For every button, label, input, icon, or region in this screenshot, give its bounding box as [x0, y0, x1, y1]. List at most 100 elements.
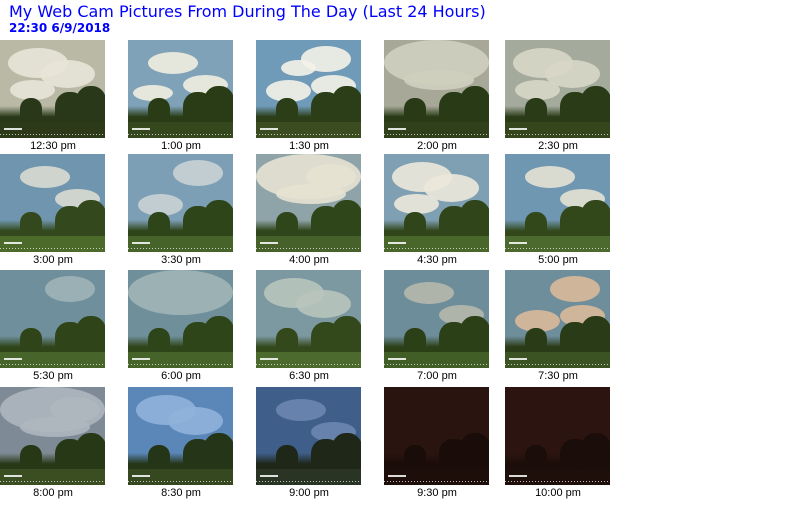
webcam-thumbnail-12[interactable]: 6:00 pm — [128, 270, 234, 383]
webcam-thumbnail-17[interactable]: 8:30 pm — [128, 387, 234, 500]
cloud-shape — [394, 194, 439, 214]
webcam-image[interactable] — [256, 387, 361, 485]
webcam-image[interactable] — [0, 40, 105, 138]
webcam-thumbnail-6[interactable]: 3:00 pm — [0, 154, 106, 267]
webcam-thumbnail-13[interactable]: 6:30 pm — [256, 270, 362, 383]
thumbnail-time-label: 8:30 pm — [161, 487, 201, 499]
tree-shape — [404, 445, 426, 469]
tree-shape — [203, 200, 233, 240]
tree-shape — [580, 86, 610, 126]
tree-shape — [75, 316, 105, 356]
tree-shape — [20, 212, 42, 236]
webcam-image[interactable] — [384, 270, 489, 368]
thumbnail-time-label: 10:00 pm — [535, 487, 581, 499]
webcam-thumbnail-20[interactable]: 10:00 pm — [505, 387, 611, 500]
webcam-image[interactable] — [0, 387, 105, 485]
webcam-thumbnail-11[interactable]: 5:30 pm — [0, 270, 106, 383]
webcam-image[interactable] — [505, 387, 610, 485]
thumbnail-time-label: 5:00 pm — [538, 254, 578, 266]
webcam-thumbnail-8[interactable]: 4:00 pm — [256, 154, 362, 267]
cloud-shape — [168, 407, 223, 435]
webcam-image[interactable] — [128, 40, 233, 138]
tree-shape — [404, 328, 426, 352]
thumbnail-time-label: 3:00 pm — [33, 254, 73, 266]
tree-shape — [525, 98, 547, 122]
webcam-image[interactable] — [128, 270, 233, 368]
tree-shape — [75, 86, 105, 126]
cloud-shape — [550, 276, 600, 302]
webcam-image[interactable] — [128, 387, 233, 485]
tree-shape — [580, 316, 610, 356]
tree-shape — [459, 200, 489, 240]
webcam-image[interactable] — [128, 154, 233, 252]
webcam-image[interactable] — [505, 40, 610, 138]
cloud-shape — [525, 166, 575, 188]
thumbnail-time-label: 6:30 pm — [289, 370, 329, 382]
tree-shape — [404, 98, 426, 122]
webcam-thumbnail-18[interactable]: 9:00 pm — [256, 387, 362, 500]
tree-shape — [459, 316, 489, 356]
webcam-thumbnail-7[interactable]: 3:30 pm — [128, 154, 234, 267]
webcam-thumbnail-9[interactable]: 4:30 pm — [384, 154, 490, 267]
thumbnail-time-label: 2:00 pm — [417, 140, 457, 152]
webcam-thumbnail-5[interactable]: 2:30 pm — [505, 40, 611, 153]
tree-shape — [525, 445, 547, 469]
webcam-image[interactable] — [256, 40, 361, 138]
thumbnail-time-label: 6:00 pm — [161, 370, 201, 382]
cloud-shape — [148, 52, 198, 74]
tree-shape — [580, 200, 610, 240]
webcam-thumbnail-14[interactable]: 7:00 pm — [384, 270, 490, 383]
webcam-image[interactable] — [0, 154, 105, 252]
cloud-shape — [173, 160, 223, 186]
thumbnail-time-label: 2:30 pm — [538, 140, 578, 152]
thumbnail-time-label: 12:30 pm — [30, 140, 76, 152]
webcam-image[interactable] — [384, 40, 489, 138]
thumbnail-time-label: 5:30 pm — [33, 370, 73, 382]
tree-shape — [148, 445, 170, 469]
webcam-image[interactable] — [384, 387, 489, 485]
tree-shape — [20, 328, 42, 352]
webcam-image[interactable] — [505, 154, 610, 252]
tree-shape — [331, 316, 361, 356]
page-title: My Web Cam Pictures From During The Day … — [9, 2, 486, 21]
cloud-shape — [515, 80, 560, 100]
webcam-thumbnail-4[interactable]: 2:00 pm — [384, 40, 490, 153]
tree-shape — [203, 316, 233, 356]
webcam-thumbnail-1[interactable]: 12:30 pm — [0, 40, 106, 153]
tree-shape — [276, 445, 298, 469]
tree-shape — [148, 212, 170, 236]
webcam-image[interactable] — [505, 270, 610, 368]
page-timestamp: 22:30 6/9/2018 — [9, 21, 111, 35]
tree-shape — [75, 433, 105, 473]
tree-shape — [331, 200, 361, 240]
thumbnail-time-label: 9:30 pm — [417, 487, 457, 499]
tree-shape — [20, 445, 42, 469]
thumbnail-time-label: 8:00 pm — [33, 487, 73, 499]
webcam-thumbnail-16[interactable]: 8:00 pm — [0, 387, 106, 500]
cloud-shape — [281, 60, 316, 76]
thumbnail-time-label: 7:30 pm — [538, 370, 578, 382]
tree-shape — [525, 212, 547, 236]
cloud-shape — [128, 270, 233, 315]
webcam-image[interactable] — [256, 270, 361, 368]
cloud-shape — [10, 80, 55, 100]
webcam-thumbnail-3[interactable]: 1:30 pm — [256, 40, 362, 153]
tree-shape — [459, 86, 489, 126]
webcam-thumbnail-19[interactable]: 9:30 pm — [384, 387, 490, 500]
webcam-image[interactable] — [256, 154, 361, 252]
tree-shape — [20, 98, 42, 122]
thumbnail-time-label: 7:00 pm — [417, 370, 457, 382]
webcam-image[interactable] — [0, 270, 105, 368]
webcam-thumbnail-15[interactable]: 7:30 pm — [505, 270, 611, 383]
cloud-shape — [50, 397, 100, 422]
tree-shape — [459, 433, 489, 473]
cloud-shape — [45, 276, 95, 302]
webcam-image[interactable] — [384, 154, 489, 252]
tree-shape — [148, 98, 170, 122]
tree-shape — [331, 86, 361, 126]
thumbnail-time-label: 1:30 pm — [289, 140, 329, 152]
webcam-thumbnail-2[interactable]: 1:00 pm — [128, 40, 234, 153]
webcam-thumbnail-10[interactable]: 5:00 pm — [505, 154, 611, 267]
cloud-shape — [296, 290, 351, 318]
tree-shape — [404, 212, 426, 236]
